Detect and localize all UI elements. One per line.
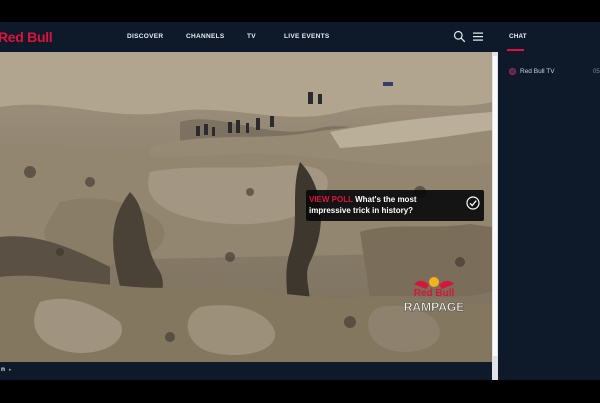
scrollbar-thumb[interactable] <box>493 56 497 356</box>
nav-live-events[interactable]: LIVE EVENTS <box>284 33 330 40</box>
poll-text: VIEW POLL What's the most impressive tri… <box>309 194 459 216</box>
hamburger-menu-icon[interactable] <box>472 31 484 42</box>
poll-label[interactable]: VIEW POLL <box>309 195 353 204</box>
bottom-bar-arrow-icon[interactable]: ▸ <box>9 367 12 373</box>
rampage-logo: Red Bull RAMPAGE <box>402 274 467 319</box>
chat-timestamp: 05 <box>593 69 600 75</box>
top-navigation-bar: Red Bull DISCOVER CHANNELS TV LIVE EVENT… <box>0 22 600 52</box>
player-bottom-bar: n ▸ <box>0 362 492 380</box>
nav-channels[interactable]: CHANNELS <box>186 33 225 40</box>
poll-popup[interactable]: VIEW POLL What's the most impressive tri… <box>306 190 484 221</box>
bottom-bar-text: n <box>1 366 5 373</box>
chat-list-item[interactable]: Red Bull TV <box>509 68 555 75</box>
check-circle-icon[interactable] <box>466 196 480 210</box>
nav-tv[interactable]: TV <box>247 33 256 40</box>
search-icon[interactable] <box>453 30 466 43</box>
nav-discover[interactable]: DISCOVER <box>127 33 163 40</box>
brand-logo[interactable]: Red Bull <box>0 29 53 45</box>
chat-channel-name: Red Bull TV <box>520 68 555 75</box>
active-tab-indicator <box>507 49 524 51</box>
rampage-logo-brand: Red Bull <box>414 288 455 299</box>
video-player[interactable]: Red Bull RAMPAGE VIEW POLL What's the mo… <box>0 52 492 362</box>
channel-avatar-icon <box>509 68 516 75</box>
tab-chat[interactable]: CHAT <box>509 33 527 40</box>
chat-panel: Red Bull TV 05 <box>498 52 600 380</box>
rampage-logo-title: RAMPAGE <box>404 300 464 314</box>
